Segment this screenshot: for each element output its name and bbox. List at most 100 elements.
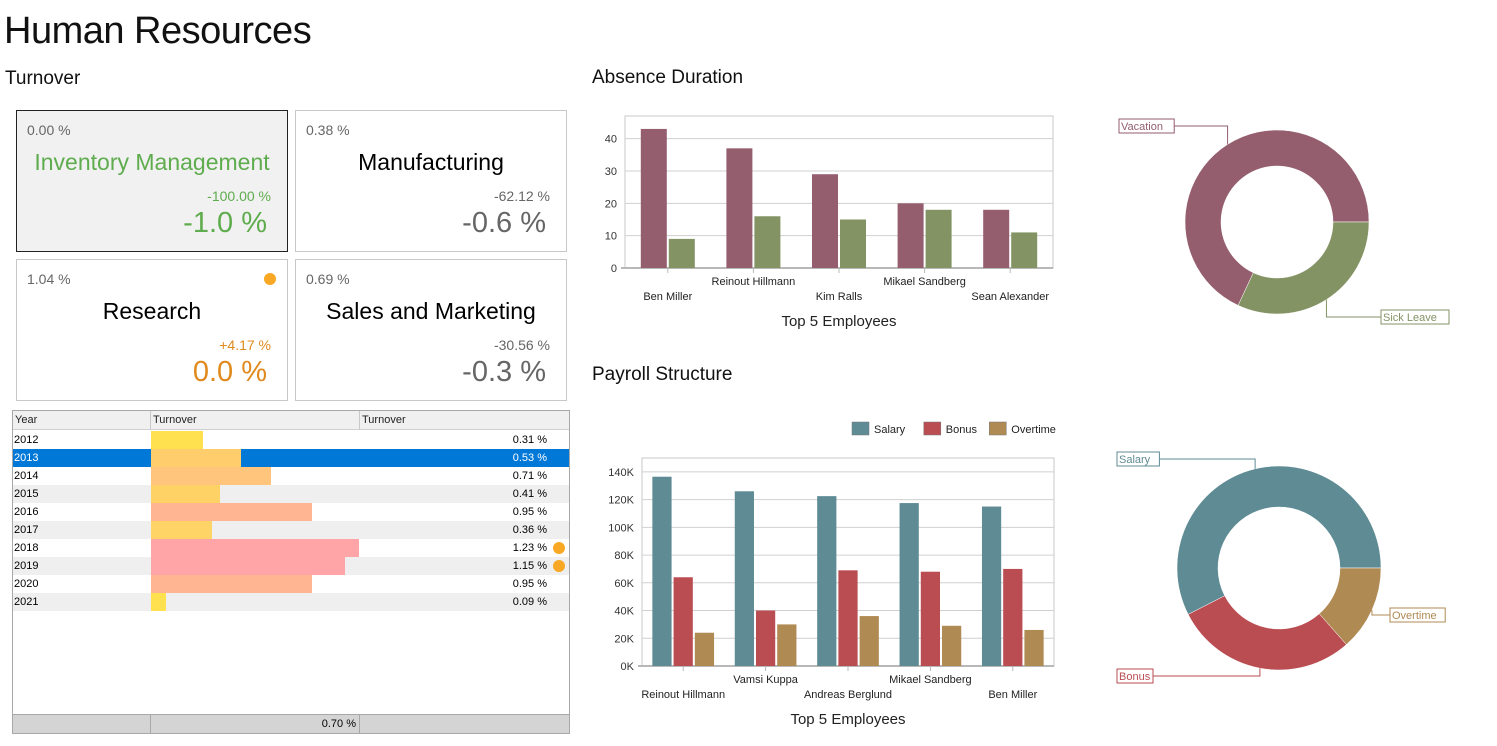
bar-sick-leave bbox=[925, 209, 952, 268]
card-delta: +4.17 % bbox=[219, 337, 271, 353]
turnover-databar bbox=[151, 467, 272, 485]
y-tick-label: 0K bbox=[621, 661, 635, 673]
bar-sick-leave bbox=[1011, 232, 1038, 268]
bar-salary bbox=[981, 506, 1002, 666]
x-tick-label: Ben Miller bbox=[988, 689, 1037, 701]
bar-vacation bbox=[983, 209, 1010, 268]
cell-year: 2019 bbox=[14, 560, 39, 572]
cell-turnover: 1.15 % bbox=[512, 560, 547, 572]
legend-label: Overtime bbox=[1011, 424, 1056, 436]
table-row[interactable]: 2016 0.95 % bbox=[13, 503, 569, 521]
y-tick-label: 20K bbox=[614, 633, 634, 645]
payroll-donut-chart: Salary Bonus Overtime bbox=[1116, 451, 1446, 684]
table-row[interactable]: 2014 0.71 % bbox=[13, 467, 569, 485]
card-previous-value: 0.38 % bbox=[306, 122, 350, 138]
bar-bonus bbox=[1003, 568, 1023, 666]
bar-sick-leave bbox=[754, 216, 781, 268]
card-value: -0.6 % bbox=[462, 207, 546, 239]
bar-overtime bbox=[942, 625, 962, 666]
bar-overtime bbox=[777, 624, 797, 666]
column-header-turnover-bar[interactable]: Turnover bbox=[151, 411, 360, 430]
bar-salary bbox=[899, 503, 919, 666]
cell-year: 2016 bbox=[14, 506, 39, 518]
cell-year: 2021 bbox=[14, 596, 39, 608]
footer-cell-empty bbox=[360, 715, 569, 733]
table-row[interactable]: 2012 0.31 % bbox=[13, 431, 569, 449]
payroll-bar-chart: 0K 20K 40K 60K 80K 100K 120K 140K Reinout Hillma… bbox=[608, 421, 1056, 728]
card-value: -1.0 % bbox=[183, 207, 267, 239]
bar-vacation bbox=[897, 203, 924, 268]
card-value: -0.3 % bbox=[462, 356, 546, 388]
bar-sick-leave bbox=[668, 238, 695, 268]
card-delta: -30.56 % bbox=[493, 337, 550, 353]
cell-turnover: 1.23 % bbox=[512, 542, 547, 554]
bar-bonus bbox=[755, 610, 776, 666]
department-card[interactable]: 0.38 % Manufacturing -62.12 % -0.6 % bbox=[295, 110, 567, 252]
donut-slice-sick-leave bbox=[1237, 221, 1370, 315]
warning-indicator-icon bbox=[553, 560, 565, 572]
x-tick-label: Reinout Hillmann bbox=[641, 689, 725, 701]
bar-overtime bbox=[1024, 629, 1044, 666]
turnover-databar bbox=[151, 485, 221, 503]
page-title: Human Resources bbox=[4, 10, 312, 52]
absence-title: Absence Duration bbox=[592, 67, 744, 88]
bar-sick-leave bbox=[840, 219, 866, 268]
cell-turnover: 0.36 % bbox=[512, 524, 547, 536]
card-previous-value: 0.69 % bbox=[306, 271, 350, 287]
payroll-title: Payroll Structure bbox=[592, 364, 733, 385]
label-connector bbox=[1153, 668, 1261, 677]
table-row[interactable]: 2021 0.09 % bbox=[13, 593, 569, 611]
department-card[interactable]: 0.69 % Sales and Marketing -30.56 % -0.3 % bbox=[295, 259, 567, 401]
cell-year: 2014 bbox=[14, 470, 39, 482]
table-row[interactable]: 2018 1.23 % bbox=[13, 539, 569, 557]
donut-label: Salary bbox=[1119, 454, 1151, 466]
x-tick-label: Andreas Berglund bbox=[804, 689, 892, 701]
x-tick-label: Mikael Sandberg bbox=[883, 276, 966, 288]
donut-slice-bonus bbox=[1187, 595, 1347, 671]
bar-bonus bbox=[920, 571, 941, 666]
x-tick-label: Mikael Sandberg bbox=[889, 674, 972, 686]
cell-year: 2013 bbox=[14, 452, 39, 464]
y-tick-label: 140K bbox=[608, 467, 634, 479]
y-tick-label: 20 bbox=[605, 198, 617, 210]
cell-turnover: 0.95 % bbox=[512, 506, 547, 518]
cell-turnover: 0.09 % bbox=[512, 596, 547, 608]
legend-label: Salary bbox=[874, 424, 906, 436]
absence-donut-chart: Vacation Sick Leave bbox=[1118, 118, 1450, 325]
department-card[interactable]: 0.00 % Inventory Management -100.00 % -1.0 … bbox=[16, 110, 288, 252]
turnover-databar bbox=[151, 521, 212, 539]
turnover-databar bbox=[151, 449, 241, 467]
table-row[interactable]: 2017 0.36 % bbox=[13, 521, 569, 539]
legend-label: Bonus bbox=[946, 424, 978, 436]
department-card[interactable]: 1.04 % Research +4.17 % 0.0 % bbox=[16, 259, 288, 401]
card-delta: -62.12 % bbox=[493, 188, 550, 204]
column-header-year[interactable]: Year bbox=[13, 411, 151, 430]
donut-label: Vacation bbox=[1121, 121, 1163, 133]
turnover-databar bbox=[151, 539, 359, 557]
card-previous-value: 1.04 % bbox=[27, 271, 71, 287]
warning-indicator-icon bbox=[264, 273, 276, 285]
cell-year: 2015 bbox=[14, 488, 39, 500]
y-tick-label: 40K bbox=[614, 606, 634, 618]
donut-label: Overtime bbox=[1392, 610, 1437, 622]
card-department-name: Inventory Management bbox=[34, 149, 270, 175]
turnover-databar bbox=[151, 431, 204, 449]
table-row[interactable]: 2015 0.41 % bbox=[13, 485, 569, 503]
turnover-title: Turnover bbox=[5, 68, 81, 89]
label-connector bbox=[1174, 125, 1229, 145]
cell-year: 2017 bbox=[14, 524, 39, 536]
y-tick-label: 100K bbox=[608, 522, 634, 534]
turnover-databar bbox=[151, 575, 312, 593]
card-department-name: Sales and Marketing bbox=[326, 298, 536, 324]
cell-year: 2018 bbox=[14, 542, 39, 554]
bar-salary bbox=[817, 496, 837, 666]
table-row[interactable]: 2013 0.53 % bbox=[13, 449, 569, 467]
grid-header: Year Turnover Turnover bbox=[13, 411, 569, 430]
turnover-grid: Year Turnover Turnover 2012 0.31 % 2013 0.5… bbox=[12, 410, 570, 734]
cell-turnover: 0.71 % bbox=[512, 470, 547, 482]
x-tick-label: Ben Miller bbox=[643, 291, 692, 303]
x-tick-label: Reinout Hillmann bbox=[712, 276, 796, 288]
column-header-turnover-value[interactable]: Turnover bbox=[360, 411, 569, 430]
table-row[interactable]: 2019 1.15 % bbox=[13, 557, 569, 575]
table-row[interactable]: 2020 0.95 % bbox=[13, 575, 569, 593]
